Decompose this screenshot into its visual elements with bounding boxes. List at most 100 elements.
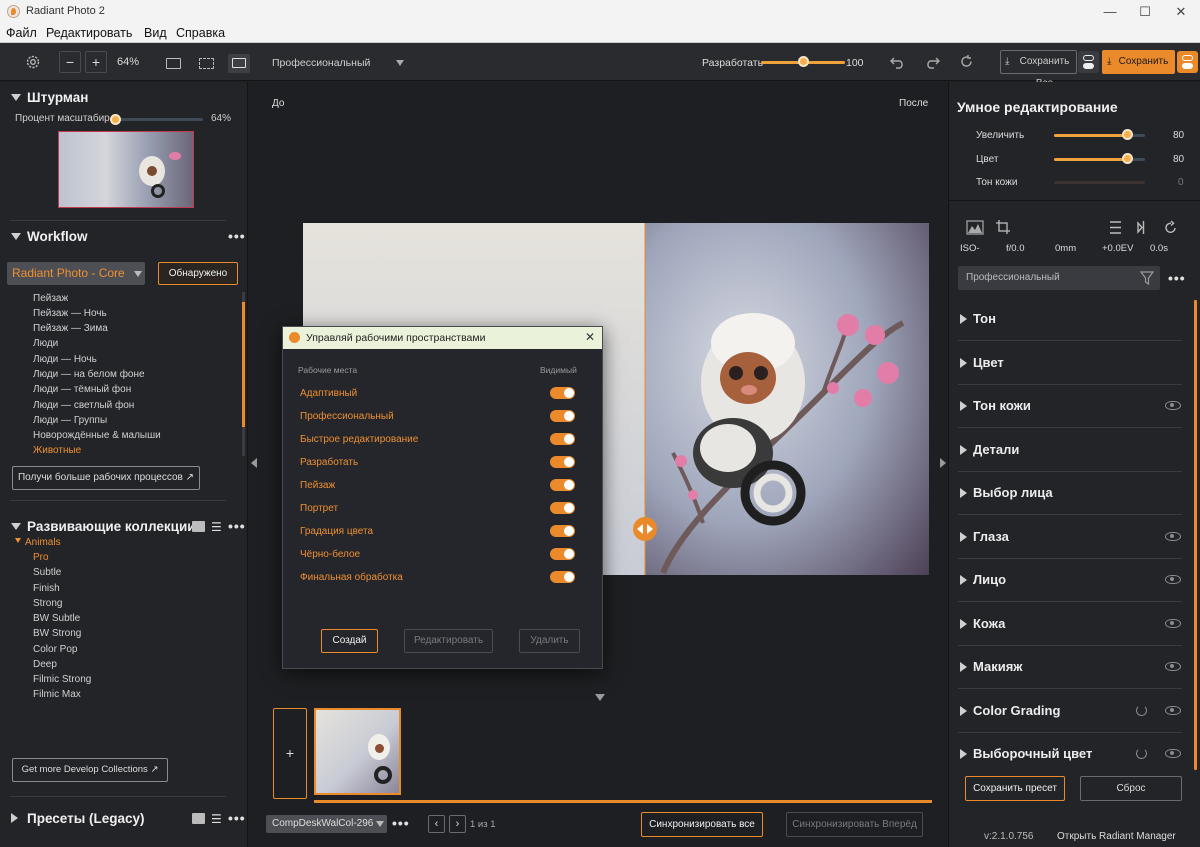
workspace-item-quick-edit[interactable]: Быстрое редактирование — [300, 434, 418, 445]
section-selective-color-eye-icon[interactable] — [1165, 749, 1181, 758]
presets-list-view-icon[interactable]: ☰ — [211, 812, 222, 826]
workspace-visible-toggle-bw[interactable] — [550, 548, 575, 560]
grid-view-icon[interactable] — [192, 521, 205, 532]
section-makeup[interactable]: Макияж — [958, 646, 1182, 689]
workspace-item-portrait[interactable]: Портрет — [300, 503, 338, 514]
workspace-visible-toggle-portrait[interactable] — [550, 502, 575, 514]
workspace-dropdown-chevron-icon[interactable] — [396, 60, 404, 66]
sync-forward-button[interactable]: Синхронизировать Вперёд — [786, 812, 923, 837]
workflow-item-landscape[interactable]: Пейзаж — [33, 293, 68, 304]
workspace-item-bw[interactable]: Чёрно-белое — [300, 549, 360, 560]
crop-icon[interactable] — [995, 219, 1011, 235]
presets-expand-icon[interactable] — [11, 813, 18, 823]
workflow-select[interactable]: Radiant Photo - Core — [7, 262, 145, 285]
filmstrip-scrollbar[interactable] — [314, 800, 932, 803]
add-image-button[interactable]: + — [273, 708, 307, 799]
section-selective-color-reset-icon[interactable] — [1136, 748, 1147, 759]
workspace-visible-toggle-landscape[interactable] — [550, 479, 575, 491]
section-skin[interactable]: Кожа — [958, 603, 1182, 646]
color-slider-knob[interactable] — [1121, 153, 1133, 164]
settings-gear-icon[interactable] — [24, 53, 42, 71]
navigator-thumbnail[interactable] — [58, 131, 194, 208]
menu-help[interactable]: Справка — [176, 26, 225, 40]
animals-expand-icon[interactable] — [15, 538, 21, 543]
collection-item-subtle[interactable]: Subtle — [33, 567, 61, 578]
next-image-button[interactable]: › — [449, 815, 466, 833]
filter-icon[interactable] — [1140, 271, 1154, 285]
collection-item-filmic-strong[interactable]: Filmic Strong — [33, 674, 91, 685]
workspace-visible-toggle-finishing[interactable] — [550, 571, 575, 583]
section-skin-eye-icon[interactable] — [1165, 619, 1181, 628]
save-preset-button[interactable]: Сохранить пресет — [965, 776, 1065, 801]
presets-grid-view-icon[interactable] — [192, 813, 205, 824]
collection-group-animals[interactable]: Animals — [25, 537, 61, 548]
skin-tone-slider-track[interactable] — [1054, 181, 1145, 184]
workspace-item-develop[interactable]: Разработать — [300, 457, 358, 468]
section-face-eye-icon[interactable] — [1165, 575, 1181, 584]
section-skin-tone[interactable]: Тон кожи — [958, 385, 1182, 428]
close-window-button[interactable]: ✕ — [1166, 2, 1196, 22]
create-workspace-button[interactable]: Создай — [321, 629, 378, 653]
sync-all-button[interactable]: Синхронизировать все — [641, 812, 763, 837]
collections-collapse-icon[interactable] — [11, 523, 21, 530]
collection-item-bw-subtle[interactable]: BW Subtle — [33, 613, 80, 624]
collection-item-filmic-max[interactable]: Filmic Max — [33, 689, 81, 700]
dialog-close-icon[interactable]: ✕ — [585, 330, 595, 344]
workflow-item-people-light[interactable]: Люди — светлый фон — [33, 400, 134, 411]
split-view-icon[interactable] — [199, 58, 214, 69]
workflow-item-people-groups[interactable]: Люди — Группы — [33, 415, 107, 426]
section-color[interactable]: Цвет — [958, 342, 1182, 385]
right-workspace-select[interactable]: Профессиональный — [958, 266, 1160, 290]
collapse-right-panel-icon[interactable] — [940, 458, 946, 468]
undo-icon[interactable] — [890, 55, 906, 69]
save-all-options-toggle[interactable] — [1078, 51, 1099, 73]
presets-more-icon[interactable]: ••• — [228, 810, 246, 826]
collection-item-pro[interactable]: Pro — [33, 552, 49, 563]
workflow-item-people[interactable]: Люди — [33, 338, 58, 349]
workflow-item-newborns[interactable]: Новорождённые & малыши — [33, 430, 161, 441]
collections-more-icon[interactable]: ••• — [228, 518, 246, 534]
flip-horizontal-icon[interactable] — [1136, 220, 1151, 235]
reset-all-icon[interactable] — [959, 54, 974, 69]
zoom-in-button[interactable]: + — [85, 51, 107, 73]
workspace-visible-toggle-color-grading[interactable] — [550, 525, 575, 537]
detected-button[interactable]: Обнаружено — [158, 262, 238, 285]
collection-item-bw-strong[interactable]: BW Strong — [33, 628, 81, 639]
zoom-out-button[interactable]: − — [59, 51, 81, 73]
section-eyes[interactable]: Глаза — [958, 516, 1182, 559]
workspace-item-finishing[interactable]: Финальная обработка — [300, 572, 403, 583]
section-color-grading-reset-icon[interactable] — [1136, 705, 1147, 716]
menu-edit[interactable]: Редактировать — [46, 26, 132, 40]
single-view-icon[interactable] — [166, 58, 181, 69]
workspace-visible-toggle-professional[interactable] — [550, 410, 575, 422]
collapse-left-panel-icon[interactable] — [251, 458, 257, 468]
reset-button[interactable]: Сброс — [1080, 776, 1182, 801]
get-more-workflows-button[interactable]: Получи больше рабочих процессов ↗ — [12, 466, 200, 490]
get-more-collections-button[interactable]: Get more Develop Collections ↗ — [12, 758, 168, 782]
workspace-item-professional[interactable]: Профессиональный — [300, 411, 394, 422]
delete-workspace-button[interactable]: Удалить — [519, 629, 580, 653]
section-color-grading-eye-icon[interactable] — [1165, 706, 1181, 715]
collection-item-strong[interactable]: Strong — [33, 598, 62, 609]
histogram-icon[interactable] — [966, 220, 984, 235]
filmstrip-toggle-icon[interactable] — [595, 694, 605, 701]
rotate-icon[interactable] — [1164, 220, 1178, 235]
workflow-item-animals[interactable]: Животные — [33, 445, 81, 456]
save-all-button[interactable]: ⤓ Сохранить Все — [1000, 50, 1077, 89]
file-more-icon[interactable]: ••• — [392, 815, 410, 831]
right-panel-scrollbar[interactable] — [1194, 300, 1197, 770]
enhance-slider-knob[interactable] — [1121, 129, 1133, 140]
maximize-button[interactable]: ☐ — [1130, 2, 1160, 22]
section-face-select[interactable]: Выбор лица — [958, 472, 1182, 515]
workflow-item-people-white[interactable]: Люди — на белом фоне — [33, 369, 145, 380]
workflow-scrollbar-thumb[interactable] — [242, 302, 245, 427]
workspace-select[interactable]: Профессиональный — [272, 57, 370, 69]
workflow-more-icon[interactable]: ••• — [228, 228, 246, 244]
file-select[interactable]: CompDeskWalCol-296 — [266, 815, 387, 833]
minimize-button[interactable]: — — [1095, 2, 1125, 22]
save-options-toggle[interactable] — [1177, 51, 1198, 73]
workspace-visible-toggle-quick-edit[interactable] — [550, 433, 575, 445]
section-makeup-eye-icon[interactable] — [1165, 662, 1181, 671]
save-button[interactable]: ⤓ Сохранить — [1102, 50, 1175, 74]
menu-file[interactable]: Файл — [6, 26, 37, 40]
